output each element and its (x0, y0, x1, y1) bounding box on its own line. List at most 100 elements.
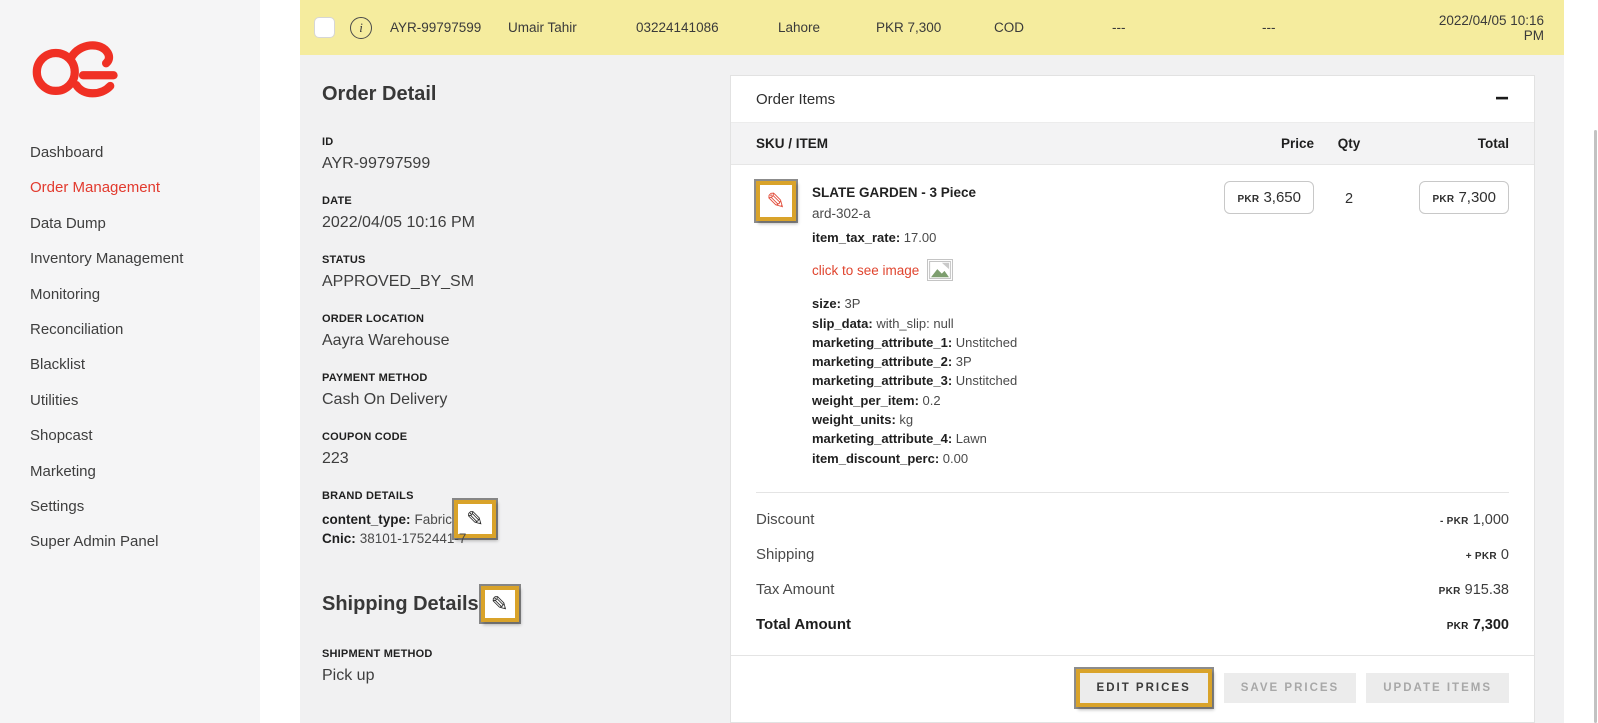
sidebar-item-inventory-management[interactable]: Inventory Management (0, 241, 260, 276)
sidebar-item-marketing[interactable]: Marketing (0, 454, 260, 489)
summary-amount: PKR915.38 (1439, 581, 1509, 598)
edit-prices-button[interactable]: EDIT PRICES (1080, 673, 1208, 703)
order-row-col8: --- (1112, 20, 1262, 35)
order-items-title: Order Items (756, 91, 835, 108)
item-name: SLATE GARDEN - 3 Piece (812, 185, 1154, 200)
order-row-col9: --- (1262, 20, 1420, 35)
item-sku: ard-302-a (812, 206, 1154, 221)
summary-total-row: Total Amount PKR7,300 (731, 607, 1534, 647)
field-shipment-method: SHIPMENT METHOD Pick up (322, 648, 730, 685)
order-item-row: ✎ SLATE GARDEN - 3 Piece ard-302-a item_… (731, 165, 1534, 488)
summary-label: Tax Amount (756, 581, 834, 598)
field-value: 223 (322, 450, 730, 468)
item-total-button[interactable]: PKR7,300 (1419, 181, 1509, 214)
summary-amount: - PKR1,000 (1440, 511, 1509, 528)
column-qty: Qty (1314, 136, 1384, 151)
field-label: COUPON CODE (322, 431, 730, 443)
item-attribute: marketing_attribute_2: 3P (812, 352, 1154, 371)
item-tax-rate: item_tax_rate: 17.00 (812, 228, 1154, 247)
order-items-table-header: SKU / ITEM Price Qty Total (731, 122, 1534, 165)
image-placeholder-icon[interactable] (927, 259, 953, 281)
order-detail-section: Order Detail ID AYR-99797599 DATE 2022/0… (322, 75, 730, 723)
order-row[interactable]: i AYR-99797599 Umair Tahir 03224141086 L… (300, 0, 1564, 55)
field-label: ORDER LOCATION (322, 313, 730, 325)
order-detail-title: Order Detail (322, 83, 730, 106)
sidebar-item-settings[interactable]: Settings (0, 489, 260, 524)
main-content: i AYR-99797599 Umair Tahir 03224141086 L… (300, 0, 1564, 723)
sidebar-item-order-management[interactable]: Order Management (0, 170, 260, 205)
field-id: ID AYR-99797599 (322, 136, 730, 173)
field-label: SHIPMENT METHOD (322, 648, 730, 660)
field-status: STATUS APPROVED_BY_SM (322, 254, 730, 291)
summary-label: Shipping (756, 546, 814, 563)
sidebar-item-monitoring[interactable]: Monitoring (0, 277, 260, 312)
item-qty-cell: 2 (1314, 181, 1384, 468)
sidebar-item-dashboard[interactable]: Dashboard (0, 135, 260, 170)
item-attribute: item_discount_perc: 0.00 (812, 449, 1154, 468)
summary-discount-row: Discount - PKR1,000 (731, 493, 1534, 537)
field-label: STATUS (322, 254, 730, 266)
item-attribute: weight_units: kg (812, 410, 1154, 429)
sidebar-item-data-dump[interactable]: Data Dump (0, 206, 260, 241)
order-items-header: Order Items − (731, 76, 1534, 122)
sidebar-item-shopcast[interactable]: Shopcast (0, 418, 260, 453)
field-payment-method: PAYMENT METHOD Cash On Delivery (322, 372, 730, 409)
info-icon[interactable]: i (350, 17, 372, 39)
summary-amount: PKR7,300 (1447, 616, 1509, 633)
kv-key: content_type: (322, 512, 411, 527)
sidebar-item-blacklist[interactable]: Blacklist (0, 347, 260, 382)
edit-prices-highlight: EDIT PRICES (1076, 669, 1212, 707)
kv-value: Fabric (415, 512, 453, 527)
shipping-details-header: Shipping Details ✎ (322, 586, 730, 622)
item-attribute: marketing_attribute_1: Unstitched (812, 333, 1154, 352)
field-value: APPROVED_BY_SM (322, 273, 730, 291)
pencil-icon: ✎ (466, 509, 484, 530)
item-attribute: marketing_attribute_3: Unstitched (812, 371, 1154, 390)
order-row-checkbox[interactable] (314, 17, 335, 38)
brand-content-type-row: content_type: Fabric ✎ (322, 509, 730, 529)
pencil-icon: ✎ (766, 190, 785, 213)
item-attribute: slip_data: with_slip: null (812, 314, 1154, 333)
column-total: Total (1384, 136, 1509, 151)
shipping-details-title: Shipping Details (322, 593, 479, 616)
field-coupon-code: COUPON CODE 223 (322, 431, 730, 468)
column-sku-item: SKU / ITEM (756, 136, 1154, 151)
brand-cnic-row: Cnic: 38101-1752441-7 (322, 529, 730, 548)
field-order-location: ORDER LOCATION Aayra Warehouse (322, 313, 730, 350)
save-prices-button[interactable]: SAVE PRICES (1224, 673, 1356, 703)
order-row-amount: PKR 7,300 (876, 20, 994, 35)
sidebar-item-reconciliation[interactable]: Reconciliation (0, 312, 260, 347)
field-brand-details: BRAND DETAILS content_type: Fabric ✎ Cnic… (322, 490, 730, 548)
field-value: AYR-99797599 (322, 155, 730, 173)
update-items-button[interactable]: UPDATE ITEMS (1366, 673, 1509, 703)
item-total-cell: PKR7,300 (1384, 181, 1509, 468)
collapse-minus-icon[interactable]: − (1495, 90, 1509, 108)
item-price-cell: PKR3,650 (1154, 181, 1314, 468)
summary-label: Total Amount (756, 616, 851, 633)
sidebar-item-super-admin-panel[interactable]: Super Admin Panel (0, 524, 260, 559)
field-value: 2022/04/05 10:16 PM (322, 214, 730, 232)
shipping-edit-button[interactable]: ✎ (481, 586, 519, 622)
item-price-button[interactable]: PKR3,650 (1224, 181, 1314, 214)
order-items-card: Order Items − SKU / ITEM Price Qty Total… (730, 75, 1535, 723)
oe-logo-icon (28, 34, 260, 105)
see-image-link[interactable]: click to see image (812, 263, 919, 278)
order-row-city: Lahore (778, 20, 876, 35)
price-actions-row: EDIT PRICES SAVE PRICES UPDATE ITEMS (731, 655, 1534, 722)
column-price: Price (1154, 136, 1314, 151)
item-details: SLATE GARDEN - 3 Piece ard-302-a item_ta… (812, 181, 1154, 468)
order-row-phone: 03224141086 (636, 20, 778, 35)
field-label: ID (322, 136, 730, 148)
vertical-scrollbar[interactable] (1594, 130, 1597, 723)
item-attribute: marketing_attribute_4: Lawn (812, 429, 1154, 448)
kv-key: Cnic: (322, 531, 356, 546)
order-row-payment: COD (994, 20, 1112, 35)
item-qty-value: 2 (1314, 181, 1384, 207)
pencil-icon: ✎ (491, 594, 509, 615)
sidebar-item-utilities[interactable]: Utilities (0, 383, 260, 418)
kv-value: 38101-1752441-7 (360, 531, 467, 546)
field-label: BRAND DETAILS (322, 490, 730, 502)
item-edit-button[interactable]: ✎ (756, 181, 796, 221)
summary-tax-row: Tax Amount PKR915.38 (731, 572, 1534, 607)
summary-shipping-row: Shipping + PKR0 (731, 537, 1534, 572)
